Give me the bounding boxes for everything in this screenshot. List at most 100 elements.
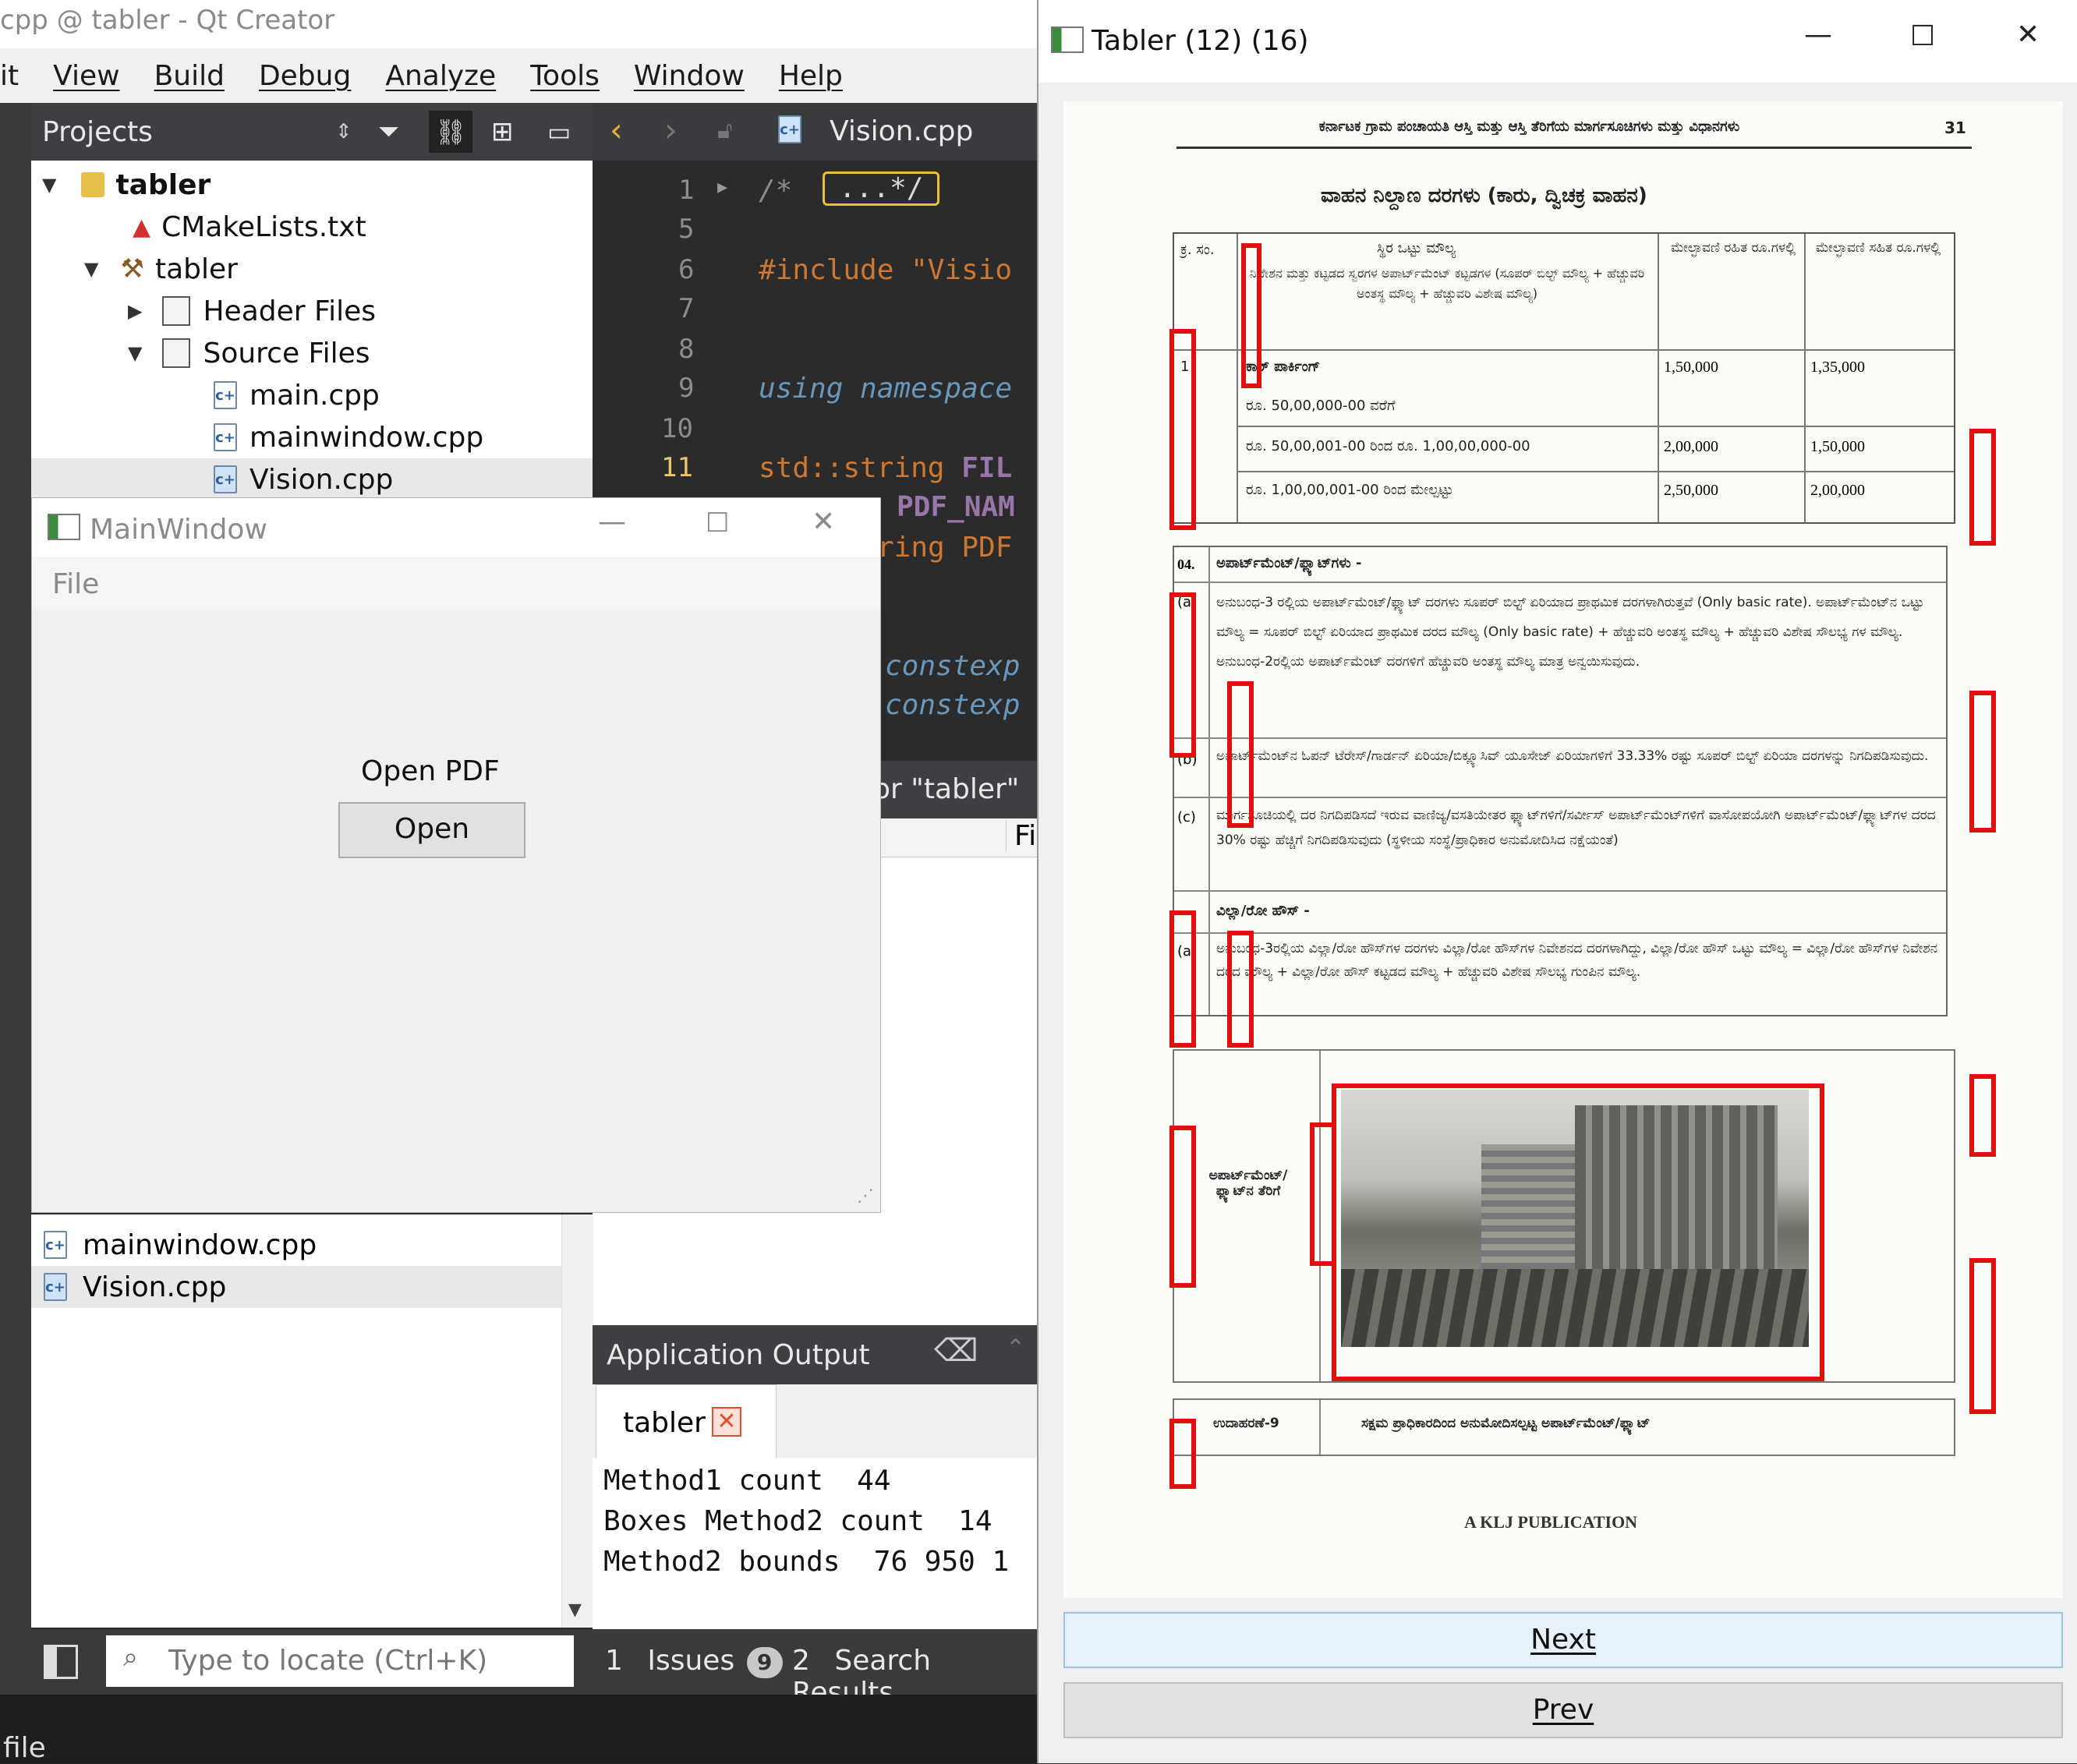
fold-arrow-icon[interactable]: ▶ [717, 178, 727, 197]
detection-box [1969, 429, 1996, 546]
tree-item-tabler-target[interactable]: ▼ ⚒ tabler [31, 248, 593, 290]
section-number: 04. [1177, 557, 1195, 572]
cmake-icon: ▲ [133, 213, 151, 241]
close-tab-icon[interactable]: ✕ [712, 1407, 741, 1437]
collapse-arrow-icon[interactable]: ▼ [42, 174, 56, 196]
menu-edit[interactable]: it [0, 60, 19, 92]
detection-box-photo [1332, 1083, 1824, 1381]
tree-item-vision-cpp[interactable]: c+ Vision.cpp [31, 458, 593, 500]
split-icon[interactable]: ⊞ [491, 116, 514, 147]
maximize-pane-icon[interactable]: ⌃ [1006, 1334, 1025, 1362]
mainwindow-dialog: MainWindow — ☐ ✕ File Open PDF Open ⋰ [31, 497, 881, 1213]
hammer-icon: ⚒ [120, 253, 144, 285]
app-icon [1051, 27, 1084, 53]
issues-label: Issues [647, 1645, 735, 1677]
page-header: ಕರ್ನಾಟಕ ಗ್ರಾಮ ಪಂಚಾಯತಿ ಆಸ್ತಿ ಮತ್ತು ಆಸ್ತಿ … [1318, 118, 1740, 135]
menu-analyze[interactable]: Analyze [385, 60, 496, 92]
filter-icon[interactable]: ⏷ [378, 116, 399, 147]
editor-document-name[interactable]: Vision.cpp [830, 115, 973, 147]
selector-arrows-icon[interactable]: ⇕ [335, 120, 352, 143]
open-documents-pane: c+ mainwindow.cpp c+ Vision.cpp ▼ [31, 1214, 593, 1628]
pdf-page-view[interactable]: ಕರ್ನಾಟಕ ಗ್ರಾಮ ಪಂಚಾಯತಿ ಆಸ್ತಿ ಮತ್ತು ಆಸ್ತಿ … [1063, 101, 2063, 1598]
tree-item-main-cpp[interactable]: c+ main.cpp [31, 374, 593, 416]
photo-row-label: ಅಪಾರ್ಟ್‌ಮೆಂಟ್/ ಫ್ಲ್ಯಾಟ್‌ನ ತೆರಿಗೆ [1208, 1168, 1288, 1199]
detection-box [1969, 1258, 1996, 1414]
col-header: ಕ್ರ. ಸಂ. [1180, 242, 1215, 258]
menu-debug[interactable]: Debug [259, 60, 351, 92]
open-doc-vision-cpp[interactable]: c+ Vision.cpp [31, 1266, 561, 1308]
detection-box [1169, 1126, 1196, 1288]
issues-count-badge: 9 [746, 1647, 783, 1678]
application-output-title: Application Output [607, 1339, 870, 1371]
locator-input[interactable]: ⌕ Type to locate (Ctrl+K) [106, 1635, 574, 1687]
menu-tools[interactable]: Tools [530, 60, 600, 92]
line-number: 8 [678, 334, 695, 365]
menu-view[interactable]: View [53, 60, 119, 92]
tree-item-header-files[interactable]: ▶ Header Files [31, 290, 593, 332]
detection-box [1969, 691, 1996, 833]
example-label: ಉದಾಹರಣೆ-9 [1213, 1416, 1279, 1431]
section-title: ವಿಲ್ಲಾ/ರೋ ಹೌಸ್ - [1216, 903, 1310, 919]
code-include: #include "Visio [759, 254, 1013, 286]
item-letter: (c) [1177, 809, 1196, 825]
col-header: ಸ್ಥಿರ ಒಟ್ಟು ಮೌಲ್ಯ [1377, 240, 1456, 256]
tree-label: mainwindow.cpp [249, 421, 484, 454]
line-number: 9 [678, 373, 695, 404]
lock-icon[interactable]: 🔓︎ [717, 117, 732, 144]
projects-selector[interactable]: Projects [42, 116, 153, 148]
tabler-window: Tabler (12) (16) — ☐ ✕ ಕರ್ನಾಟಕ ಗ್ರಾಮ ಪಂಚ… [1037, 0, 2077, 1763]
toggle-sidebar-icon[interactable] [44, 1645, 78, 1679]
item-text: ಅಪಾರ್ಟ್‌ಮೆಂಟ್‌ನ ಓಪನ್ ಟೆರೇಸ್/ಗಾರ್ಡನ್ ಏರಿಯ… [1216, 748, 1929, 764]
scroll-down-icon[interactable]: ▼ [568, 1600, 582, 1620]
locator-placeholder: Type to locate (Ctrl+K) [168, 1645, 488, 1677]
table-heading: ವಾಹನ ನಿಲ್ದಾಣ ದರಗಳು (ಕಾರು, ದ್ವಿಚಕ್ರ ವಾಹನ) [1321, 184, 1647, 207]
status-issues-button[interactable]: 1 Issues 9 [605, 1645, 783, 1678]
qtcreator-statusbar: ⌕ Type to locate (Ctrl+K) 1 Issues 9 2 S… [31, 1629, 1037, 1709]
open-doc-mainwindow-cpp[interactable]: c+ mainwindow.cpp [31, 1224, 561, 1266]
tree-label: main.cpp [249, 379, 380, 412]
expand-arrow-icon[interactable]: ▶ [128, 300, 142, 322]
code-line-11: std::string FIL [759, 452, 1012, 484]
menu-help[interactable]: Help [779, 60, 843, 92]
col-header-note: ನಿವೇಶನ ಮತ್ತು ಕಟ್ಟಡದ ಸ್ವರಗಳ ಅಪಾರ್ಟ್‌ಮೆಂಟ್… [1249, 266, 1645, 301]
cpp-file-icon: c+ [214, 423, 237, 451]
tree-item-source-files[interactable]: ▼ Source Files [31, 332, 593, 374]
collapse-arrow-icon[interactable]: ▼ [84, 258, 98, 280]
menu-build[interactable]: Build [154, 60, 225, 92]
tree-item-tabler-project[interactable]: ▼ tabler [31, 164, 593, 206]
folded-comment-marker[interactable]: ...*/ [823, 171, 940, 206]
maximize-icon[interactable]: ☐ [1910, 20, 1935, 52]
next-button[interactable]: Next [1063, 1612, 2063, 1668]
cpp-file-icon: c+ [44, 1273, 67, 1301]
line-number: 10 [661, 413, 693, 444]
tree-label: tabler [115, 168, 211, 201]
close-pane-icon[interactable]: ▭ [547, 117, 571, 147]
maximize-icon[interactable]: ☐ [706, 507, 729, 539]
code-type: ring PDF [877, 532, 1013, 564]
clean-output-icon[interactable]: ⌫ [934, 1333, 978, 1369]
header-rule [1176, 147, 1972, 149]
bottom-text: file [3, 1732, 46, 1764]
tree-item-mainwindow-cpp[interactable]: c+ mainwindow.cpp [31, 416, 593, 458]
search-results-header: or "tabler" [873, 761, 1037, 818]
output-tab-tabler[interactable]: tabler ✕ [596, 1384, 777, 1458]
minimize-icon[interactable]: — [1804, 19, 1832, 51]
open-button[interactable]: Open [338, 802, 525, 858]
menu-window[interactable]: Window [634, 60, 745, 92]
resize-grip-icon[interactable]: ⋰ [857, 1186, 874, 1206]
link-icon[interactable]: ⛓ [429, 111, 472, 153]
minimize-icon[interactable]: — [598, 506, 626, 538]
vertical-scrollbar[interactable]: ▼ [561, 1214, 593, 1628]
col-header: ಮೇಲ್ಛಾವಣಿ ಸಹಿತ ರೂ.ಗಳಲ್ಲಿ [1815, 240, 1941, 256]
forward-icon[interactable]: › [664, 111, 678, 149]
prev-button[interactable]: Prev [1063, 1682, 2063, 1738]
line-number: 5 [678, 214, 695, 245]
close-icon[interactable]: ✕ [2016, 19, 2040, 51]
application-output-tabs: tabler ✕ [593, 1384, 1037, 1458]
close-icon[interactable]: ✕ [812, 506, 835, 538]
menu-file[interactable]: File [52, 568, 99, 600]
detection-box [1227, 681, 1254, 828]
back-icon[interactable]: ‹ [610, 111, 623, 149]
tree-item-cmakelists[interactable]: ▲ CMakeLists.txt [31, 206, 593, 248]
collapse-arrow-icon[interactable]: ▼ [128, 342, 142, 364]
